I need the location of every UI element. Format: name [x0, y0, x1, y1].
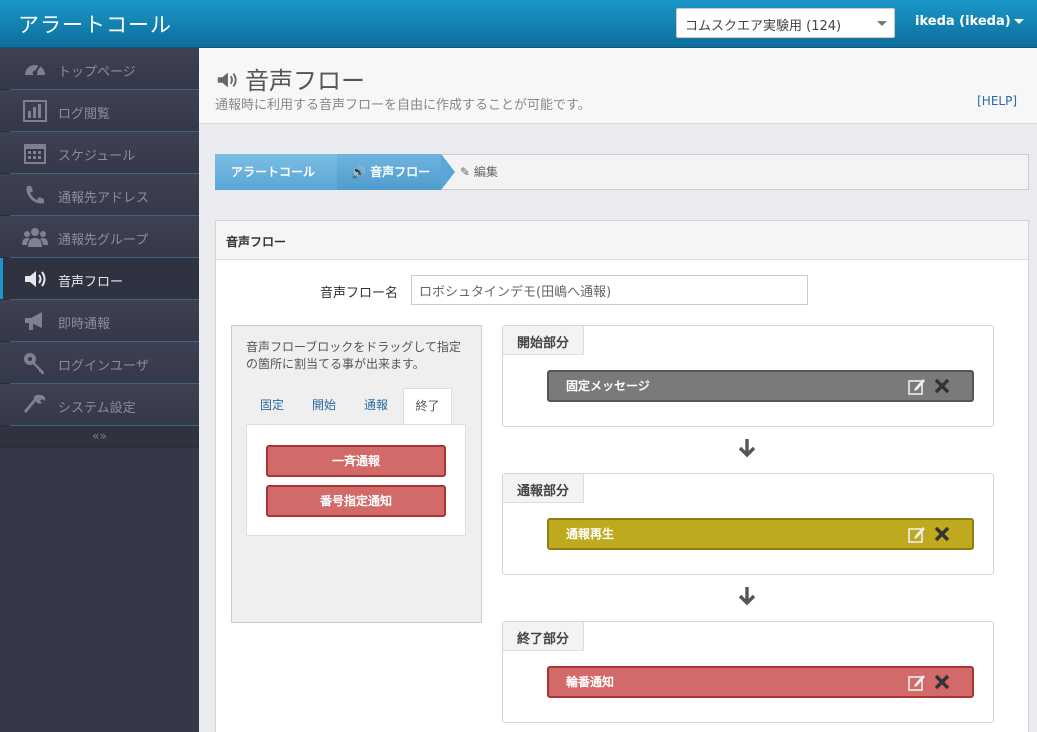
- sidebar-item-label: 音声フロー: [58, 275, 124, 290]
- edit-icon: ✎: [460, 165, 474, 179]
- flow-name-label: 音声フロー名: [320, 286, 399, 301]
- organization-select[interactable]: コムスクエア実験用 (124): [676, 8, 895, 38]
- speaker-icon: [217, 72, 237, 88]
- sidebar-item-voice-flow[interactable]: 音声フロー: [0, 258, 199, 300]
- sidebar-item-groups[interactable]: 通報先グループ: [0, 216, 199, 258]
- tab-start[interactable]: 開始: [300, 388, 348, 425]
- edit-icon[interactable]: [908, 377, 926, 395]
- palette-hint: 音声フローブロックをドラッグして指定の箇所に割当てる事が出来ます。: [246, 340, 461, 371]
- sidebar-item-label: 通報先アドレス: [58, 191, 150, 206]
- flow-block[interactable]: 輪番通知: [547, 666, 974, 698]
- megaphone-icon: [25, 312, 42, 330]
- tab-content: 一斉通報 番号指定通知: [246, 424, 466, 536]
- breadcrumb-item-label: 編集: [473, 165, 498, 179]
- close-icon[interactable]: [934, 378, 950, 394]
- bar-chart-icon: [23, 100, 47, 122]
- key-icon: [24, 353, 44, 374]
- section-label: 終了部分: [503, 622, 585, 651]
- breadcrumb-item-edit: ✎ 編集: [460, 154, 498, 190]
- page-title-text: 音声フロー: [245, 67, 365, 95]
- flow-block-label: 輪番通知: [566, 675, 615, 689]
- tab-alert[interactable]: 通報: [352, 388, 400, 425]
- flow-name-input[interactable]: [411, 275, 808, 305]
- wrench-icon: [24, 394, 46, 413]
- breadcrumb-item-alert-call[interactable]: アラートコール: [215, 154, 337, 190]
- flow-block[interactable]: 固定メッセージ: [547, 370, 974, 402]
- section-label: 開始部分: [503, 326, 585, 355]
- sidebar-item-system-settings[interactable]: システム設定: [0, 384, 199, 426]
- sidebar-item-label: システム設定: [58, 401, 136, 416]
- page-title: 音声フロー: [215, 61, 365, 96]
- sidebar-item-label: スケジュール: [58, 149, 136, 164]
- page-header: 音声フロー 通報時に利用する音声フローを自由に作成することが可能です。 [HEL…: [199, 48, 1037, 124]
- flow-block[interactable]: 通報再生: [547, 518, 974, 550]
- sidebar-item-addresses[interactable]: 通報先アドレス: [0, 174, 199, 216]
- sidebar-item-label: ログ閲覧: [58, 107, 111, 122]
- arrow-down-icon: [738, 439, 756, 458]
- sidebar-item-label: 即時通報: [58, 317, 111, 332]
- user-menu-label: ikeda (ikeda): [915, 14, 1011, 29]
- sidebar-collapse-toggle[interactable]: «»: [0, 426, 199, 448]
- panel-title: 音声フロー: [216, 221, 1028, 260]
- top-navbar: アラートコール コムスクエア実験用 (124) ikeda (ikeda): [0, 0, 1037, 48]
- sidebar-item-top-page[interactable]: トップページ: [0, 48, 199, 90]
- organization-select-value: コムスクエア実験用 (124): [685, 19, 842, 34]
- phone-icon: [26, 186, 44, 204]
- close-icon[interactable]: [934, 674, 950, 690]
- arrow-down-icon: [738, 587, 756, 606]
- calendar-icon: [24, 144, 46, 164]
- close-icon[interactable]: [934, 526, 950, 542]
- flow-section-alert: 通報部分 通報再生: [502, 473, 994, 575]
- edit-icon[interactable]: [908, 673, 926, 691]
- flow-section-end: 終了部分 輪番通知: [502, 621, 994, 723]
- sidebar-item-instant-alert[interactable]: 即時通報: [0, 300, 199, 342]
- sidebar-item-label: トップページ: [58, 65, 136, 80]
- app-brand[interactable]: アラートコール: [18, 9, 172, 39]
- tab-end[interactable]: 終了: [403, 388, 452, 425]
- chevron-down-icon: [877, 21, 887, 26]
- flow-section-start: 開始部分 固定メッセージ: [502, 325, 994, 427]
- breadcrumb-item-label: 音声フロー: [370, 165, 431, 179]
- sidebar-item-label: ログインユーザ: [58, 359, 149, 374]
- group-icon: [22, 228, 48, 247]
- block-number-notify[interactable]: 番号指定通知: [266, 485, 446, 517]
- sidebar-item-label: 通報先グループ: [58, 233, 149, 248]
- flow-block-label: 固定メッセージ: [566, 379, 650, 393]
- breadcrumb: アラートコール 🔊 音声フロー ✎ 編集: [215, 154, 1029, 190]
- sidebar: トップページ ログ閲覧 スケジュール 通報先アドレス 通報先グループ 音声フロー…: [0, 48, 199, 732]
- help-link[interactable]: [HELP]: [977, 94, 1017, 108]
- chevron-down-icon: [1013, 19, 1024, 24]
- flow-block-label: 通報再生: [566, 527, 615, 541]
- sidebar-item-login-users[interactable]: ログインユーザ: [0, 342, 199, 384]
- block-palette: 音声フローブロックをドラッグして指定の箇所に割当てる事が出来ます。 固定 開始 …: [231, 325, 482, 623]
- speaker-icon: 🔊: [351, 165, 371, 179]
- speaker-icon: [25, 271, 46, 287]
- page-description: 通報時に利用する音声フローを自由に作成することが可能です。: [215, 98, 591, 113]
- block-broadcast[interactable]: 一斉通報: [266, 445, 446, 477]
- tab-fixed[interactable]: 固定: [248, 388, 296, 425]
- breadcrumb-item-voice-flow[interactable]: 🔊 音声フロー: [337, 154, 441, 190]
- dashboard-icon: [25, 64, 45, 76]
- sidebar-item-logs[interactable]: ログ閲覧: [0, 90, 199, 132]
- edit-icon[interactable]: [908, 525, 926, 543]
- sidebar-item-schedule[interactable]: スケジュール: [0, 132, 199, 174]
- voice-flow-panel: 音声フロー 音声フロー名 音声フローブロックをドラッグして指定の箇所に割当てる事…: [215, 220, 1029, 732]
- breadcrumb-separator: [441, 154, 455, 190]
- section-label: 通報部分: [503, 474, 585, 503]
- user-menu[interactable]: ikeda (ikeda): [915, 14, 1024, 29]
